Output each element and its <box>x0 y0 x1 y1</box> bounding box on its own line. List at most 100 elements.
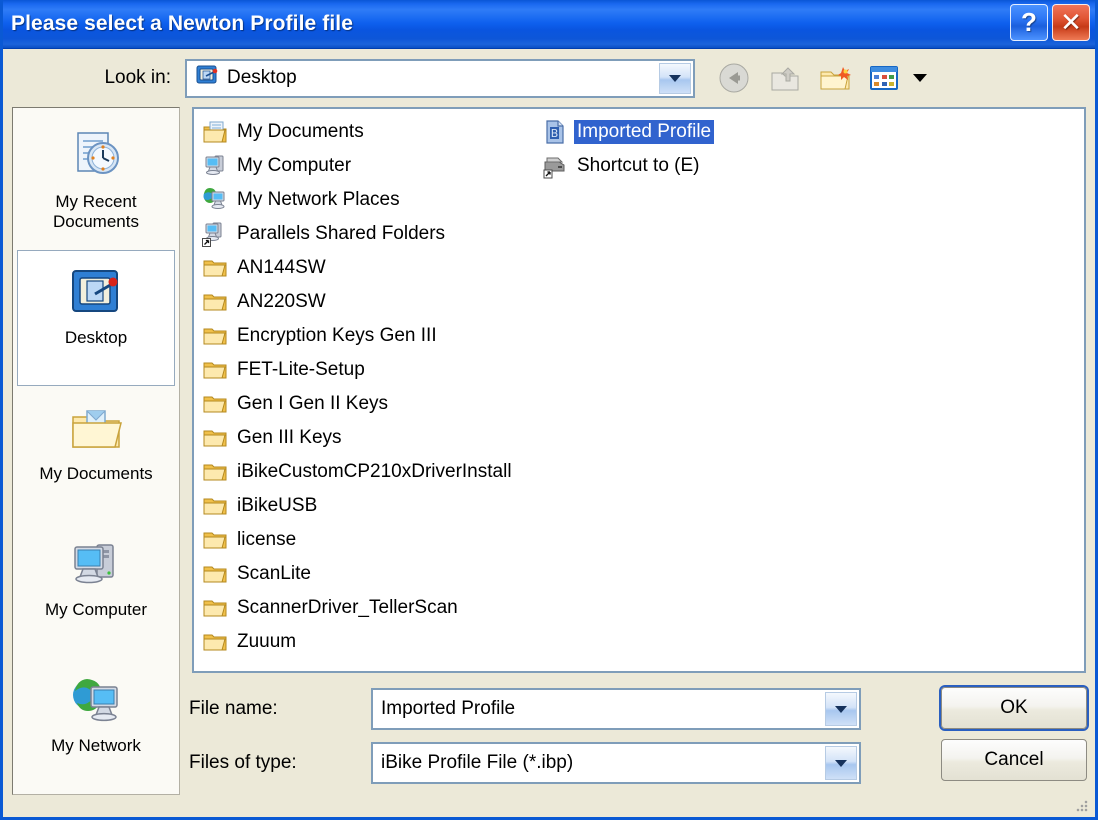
list-item[interactable]: Parallels Shared Folders <box>200 217 540 251</box>
create-new-folder-icon[interactable] <box>817 61 853 95</box>
shared-folders-shortcut-icon <box>202 221 228 247</box>
list-item-label: Gen I Gen II Keys <box>237 393 389 414</box>
list-item-label: ScannerDriver_TellerScan <box>237 597 458 618</box>
look-in-value: Desktop <box>227 67 297 88</box>
files-of-type-dropdown-arrow[interactable] <box>825 746 857 780</box>
folder-icon <box>202 323 228 349</box>
up-one-level-icon[interactable] <box>767 61 803 95</box>
list-item[interactable]: license <box>200 523 540 557</box>
chevron-down-icon <box>835 705 847 713</box>
list-item[interactable]: iBikeUSB <box>200 489 540 523</box>
folder-icon <box>202 357 228 383</box>
list-item-label: iBikeUSB <box>237 495 318 516</box>
chevron-down-icon <box>669 74 681 82</box>
views-icon[interactable] <box>867 61 903 95</box>
title-bar-buttons: ? ✕ <box>1010 4 1090 41</box>
list-item[interactable]: My Documents <box>200 115 540 149</box>
folder-icon <box>202 425 228 451</box>
look-in-row: Look in: Desktop <box>3 49 1095 107</box>
close-button[interactable]: ✕ <box>1052 4 1090 41</box>
file-name-row: File name: Imported Profile <box>180 687 925 731</box>
help-button[interactable]: ? <box>1010 4 1048 41</box>
file-name-combobox[interactable]: Imported Profile <box>371 688 861 730</box>
files-of-type-combobox[interactable]: iBike Profile File (*.ibp) <box>371 742 861 784</box>
list-item[interactable]: ScanLite <box>200 557 540 591</box>
look-in-combobox[interactable]: Desktop <box>185 58 695 98</box>
list-item[interactable]: iBikeCustomCP210xDriverInstall <box>200 455 540 489</box>
place-my-computer[interactable]: My Computer <box>17 522 175 658</box>
my-computer-icon <box>202 153 228 179</box>
look-in-label: Look in: <box>104 67 171 88</box>
list-item[interactable]: AN220SW <box>200 285 540 319</box>
dialog-form: File name: Imported Profile Files of typ… <box>180 687 1095 795</box>
look-in-dropdown-arrow[interactable] <box>659 62 691 94</box>
folder-icon <box>202 527 228 553</box>
list-item[interactable]: Zuuum <box>200 625 540 659</box>
list-item[interactable]: Encryption Keys Gen III <box>200 319 540 353</box>
list-item-label: Encryption Keys Gen III <box>237 325 437 346</box>
svg-text:B: B <box>551 127 559 140</box>
files-of-type-label: Files of type: <box>189 752 297 773</box>
recent-documents-icon <box>65 125 127 187</box>
list-item-selected[interactable]: B Imported Profile <box>540 115 880 149</box>
list-item-label: Imported Profile <box>574 120 715 144</box>
list-item[interactable]: Gen III Keys <box>200 421 540 455</box>
desktop-icon <box>195 63 219 93</box>
list-item-label: Zuuum <box>237 631 297 652</box>
views-dropdown-arrow-icon[interactable] <box>913 74 927 82</box>
place-my-recent-documents[interactable]: My Recent Documents <box>17 114 175 250</box>
place-my-network[interactable]: My Network <box>17 658 175 794</box>
place-label: My Computer <box>44 600 148 619</box>
my-computer-icon <box>65 533 127 595</box>
list-item-label: license <box>237 529 297 550</box>
list-item[interactable]: AN144SW <box>200 251 540 285</box>
folder-icon <box>202 595 228 621</box>
files-of-type-row: Files of type: iBike Profile File (*.ibp… <box>180 741 925 785</box>
place-label: My Network <box>51 736 141 755</box>
chevron-down-icon <box>835 759 847 767</box>
ok-button[interactable]: OK <box>941 687 1087 729</box>
drive-shortcut-icon <box>542 153 568 179</box>
list-item[interactable]: ScannerDriver_TellerScan <box>200 591 540 625</box>
file-name-label: File name: <box>189 698 278 719</box>
folder-icon <box>202 289 228 315</box>
list-item[interactable]: Gen I Gen II Keys <box>200 387 540 421</box>
back-icon[interactable] <box>717 61 753 95</box>
profile-file-icon: B <box>542 119 568 145</box>
files-of-type-value[interactable]: iBike Profile File (*.ibp) <box>373 752 573 774</box>
file-name-dropdown-arrow[interactable] <box>825 692 857 726</box>
list-item[interactable]: FET-Lite-Setup <box>200 353 540 387</box>
title-bar[interactable]: Please select a Newton Profile file ? ✕ <box>3 0 1095 49</box>
list-item[interactable]: My Computer <box>200 149 540 183</box>
place-label: Desktop <box>64 328 128 347</box>
list-item[interactable]: My Network Places <box>200 183 540 217</box>
place-my-documents[interactable]: My Documents <box>17 386 175 522</box>
place-desktop[interactable]: Desktop <box>17 250 175 386</box>
resize-grip[interactable] <box>1075 799 1089 813</box>
folder-icon <box>202 255 228 281</box>
places-bar: My Recent Documents Desktop My Documents… <box>12 107 180 795</box>
file-list[interactable]: My Documents My Computer My Network Plac… <box>192 107 1086 673</box>
my-network-icon <box>65 669 127 731</box>
cancel-button[interactable]: Cancel <box>941 739 1087 781</box>
window-title: Please select a Newton Profile file <box>11 12 353 35</box>
my-documents-icon <box>65 397 127 459</box>
file-dialog-window: Please select a Newton Profile file ? ✕ … <box>0 0 1098 820</box>
list-item-label: FET-Lite-Setup <box>237 359 365 380</box>
list-item-label: iBikeCustomCP210xDriverInstall <box>237 461 512 482</box>
list-item-label: AN144SW <box>237 257 326 278</box>
list-item-label: Shortcut to (E) <box>577 155 700 176</box>
my-network-icon <box>202 187 228 213</box>
list-item[interactable]: Shortcut to (E) <box>540 149 880 183</box>
folder-icon <box>202 561 228 587</box>
file-name-value[interactable]: Imported Profile <box>373 698 515 720</box>
folder-icon <box>202 391 228 417</box>
question-mark-icon: ? <box>1021 7 1037 37</box>
dialog-action-buttons: OK Cancel <box>925 687 1095 791</box>
dialog-toolbar <box>717 61 927 95</box>
list-item-label: My Network Places <box>237 189 400 210</box>
close-icon: ✕ <box>1060 7 1082 37</box>
list-item-label: My Documents <box>237 121 364 142</box>
desktop-icon <box>65 261 127 323</box>
list-item-label: AN220SW <box>237 291 326 312</box>
